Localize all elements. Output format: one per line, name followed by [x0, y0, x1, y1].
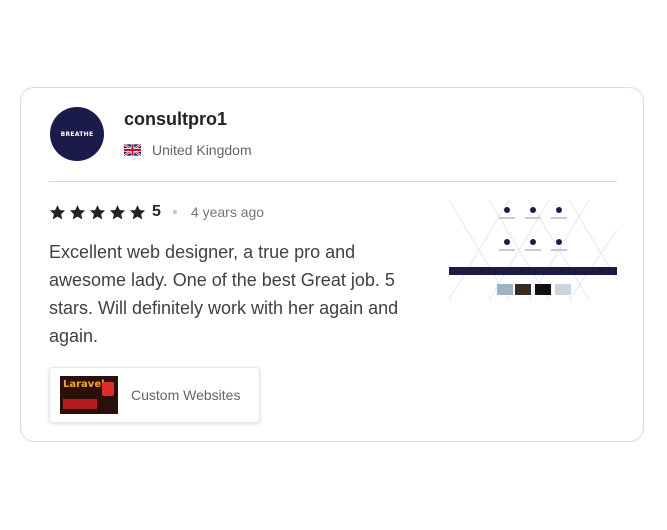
gig-thumbnail: Laravel	[60, 376, 118, 414]
separator-dot	[172, 210, 177, 214]
gig-thumbnail-bar	[63, 399, 97, 409]
avatar-logo-text: BREATHE	[60, 130, 94, 138]
review-attachment-image[interactable]	[449, 200, 617, 300]
review-time: 4 years ago	[190, 204, 265, 220]
star-rating	[49, 204, 146, 221]
uk-flag-icon	[124, 144, 141, 156]
gig-thumbnail-badge	[102, 382, 114, 396]
reviewer-username[interactable]: consultpro1	[124, 109, 227, 130]
star-icon	[89, 204, 106, 219]
rating-row: 5 4 years ago	[49, 202, 264, 222]
star-icon	[109, 204, 126, 219]
divider	[49, 181, 617, 182]
star-icon	[129, 204, 146, 219]
review-text: Excellent web designer, a true pro and a…	[49, 242, 399, 346]
avatar[interactable]: BREATHE	[50, 107, 104, 161]
reviewer-country: United Kingdom	[124, 142, 252, 158]
gig-thumbnail-text: Laravel	[63, 379, 105, 390]
star-icon	[69, 204, 86, 219]
star-icon	[49, 204, 66, 219]
rating-value: 5	[152, 203, 161, 220]
gig-link[interactable]: Laravel Custom Websites	[49, 367, 260, 423]
gig-label: Custom Websites	[131, 387, 241, 403]
country-name: United Kingdom	[152, 142, 252, 158]
review-card: BREATHE consultpro1 United Kingdom 5 4 y…	[20, 87, 644, 442]
